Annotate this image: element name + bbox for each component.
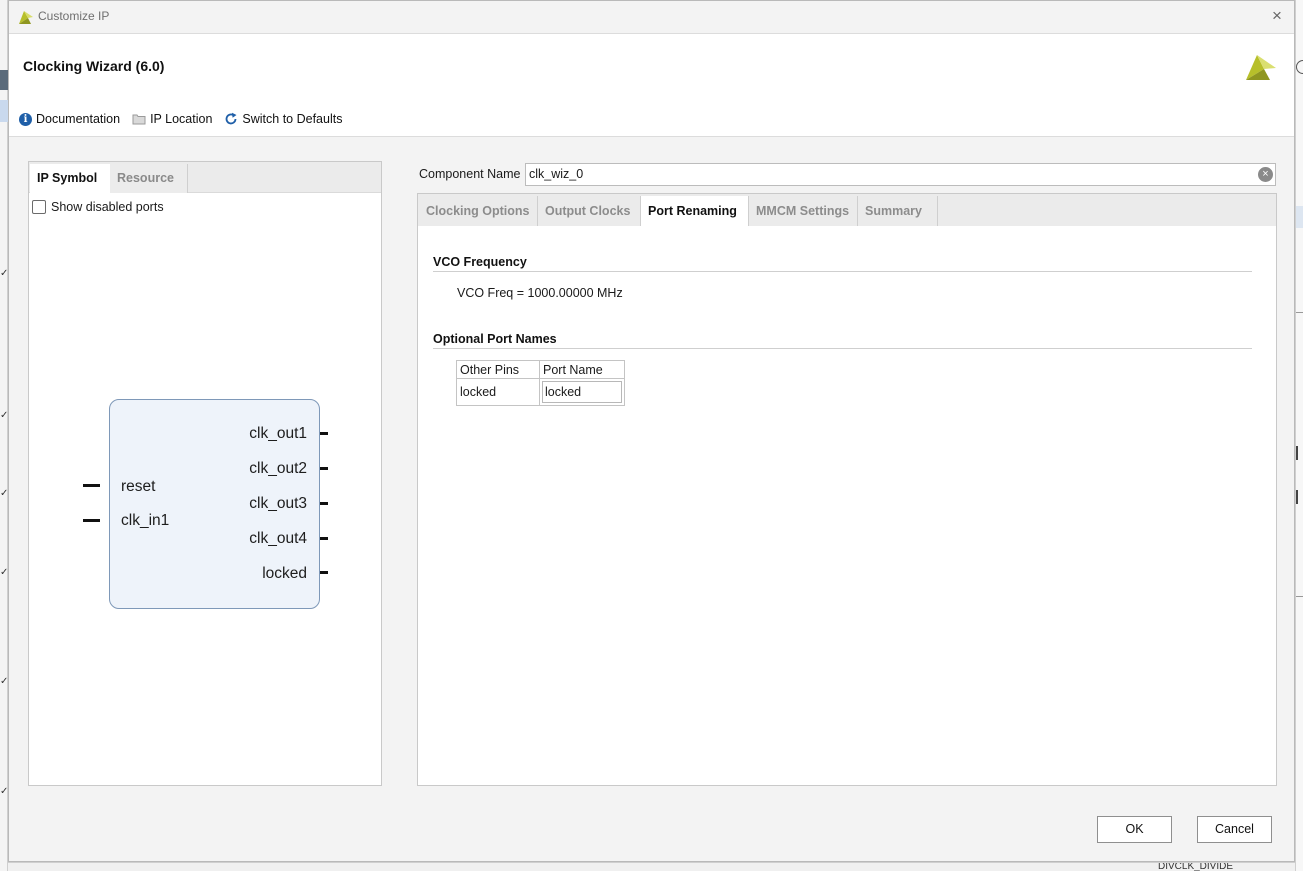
- vco-frequency-value: VCO Freq = 1000.00000 MHz: [457, 286, 623, 300]
- wizard-title: Clocking Wizard (6.0): [23, 58, 165, 74]
- folder-icon: [132, 113, 146, 125]
- documentation-link[interactable]: i Documentation: [19, 112, 120, 126]
- ip-symbol-block: reset clk_in1 clk_out1 clk_out2 clk_out3…: [109, 399, 320, 609]
- component-name-label: Component Name: [419, 167, 521, 181]
- header-links: i Documentation IP Location Switch to De…: [19, 110, 354, 128]
- title-bar: Customize IP ×: [9, 1, 1294, 33]
- ip-symbol-panel: IP Symbol Resource Show disabled ports r…: [28, 161, 382, 786]
- tab-clocking-options[interactable]: Clocking Options: [419, 196, 538, 226]
- section-divider: [433, 348, 1252, 349]
- port-label-clk-out3: clk_out3: [249, 495, 307, 512]
- port-label-clk-out1: clk_out1: [249, 425, 307, 442]
- ip-location-label: IP Location: [150, 112, 213, 126]
- background-marker: [0, 70, 8, 90]
- ok-button[interactable]: OK: [1097, 816, 1172, 843]
- other-pin-cell: locked: [456, 378, 540, 406]
- background-marker: [1296, 446, 1303, 460]
- show-disabled-ports-checkbox[interactable]: Show disabled ports: [32, 200, 164, 214]
- column-header-port-name: Port Name: [539, 360, 625, 379]
- ip-location-link[interactable]: IP Location: [132, 112, 212, 126]
- background-app-right-edge: [1295, 0, 1303, 871]
- background-table-text: DIVCLK_DIVIDE: [1158, 862, 1234, 871]
- tab-mmcm-settings[interactable]: MMCM Settings: [749, 196, 858, 226]
- info-icon: i: [19, 112, 32, 126]
- config-tab-bar: Clocking Options Output Clocks Port Rena…: [418, 194, 1276, 226]
- port-names-table: Other Pins Port Name locked locked: [456, 360, 625, 406]
- port-label-clk-in1: clk_in1: [121, 512, 170, 529]
- background-app-left-edge: ✓ ✓ ✓ ✓ ✓ ✓: [0, 0, 8, 871]
- port-label-clk-out2: clk_out2: [249, 460, 307, 477]
- background-app-bottom-edge: DIVCLK_DIVIDE: [8, 862, 1295, 871]
- switch-to-defaults-label: Switch to Defaults: [242, 112, 343, 126]
- refresh-icon: [224, 112, 238, 126]
- xilinx-logo-icon: [1246, 55, 1276, 80]
- background-marker: [1296, 206, 1303, 228]
- background-circle-icon: [1296, 60, 1303, 74]
- tab-ip-symbol[interactable]: IP Symbol: [30, 164, 110, 193]
- tab-resource[interactable]: Resource: [110, 164, 188, 193]
- cancel-button[interactable]: Cancel: [1197, 816, 1272, 843]
- vivado-logo-icon: [19, 11, 33, 24]
- configuration-panel: Clocking Options Output Clocks Port Rena…: [417, 193, 1277, 786]
- port-name-cell: locked: [539, 378, 625, 406]
- clear-input-icon[interactable]: ×: [1258, 167, 1273, 182]
- port-label-locked: locked: [262, 565, 307, 582]
- switch-to-defaults-link[interactable]: Switch to Defaults: [224, 112, 342, 126]
- background-divider: [1296, 596, 1303, 597]
- optional-port-names-heading: Optional Port Names: [433, 332, 557, 346]
- vco-frequency-heading: VCO Frequency: [433, 255, 527, 269]
- left-tab-bar: IP Symbol Resource: [29, 162, 381, 193]
- section-divider: [433, 271, 1252, 272]
- port-label-clk-out4: clk_out4: [249, 530, 307, 547]
- column-header-other-pins: Other Pins: [456, 360, 540, 379]
- wizard-header: Clocking Wizard (6.0) i Documentation IP…: [9, 33, 1294, 137]
- port-name-input[interactable]: locked: [542, 381, 622, 403]
- background-marker: [1296, 490, 1303, 504]
- table-row: locked locked: [456, 378, 625, 406]
- component-name-input[interactable]: clk_wiz_0: [525, 163, 1276, 186]
- close-button[interactable]: ×: [1266, 5, 1288, 27]
- port-label-reset: reset: [121, 478, 156, 495]
- background-divider: [1296, 312, 1303, 313]
- tab-port-renaming[interactable]: Port Renaming: [641, 196, 749, 226]
- pin-reset: [83, 484, 100, 487]
- checkbox-box[interactable]: [32, 200, 46, 214]
- table-header-row: Other Pins Port Name: [456, 360, 625, 379]
- tab-output-clocks[interactable]: Output Clocks: [538, 196, 641, 226]
- show-disabled-ports-label: Show disabled ports: [51, 200, 164, 214]
- customize-ip-dialog: Customize IP × Clocking Wizard (6.0) i D…: [8, 0, 1295, 862]
- documentation-label: Documentation: [36, 112, 121, 126]
- tab-summary[interactable]: Summary: [858, 196, 938, 226]
- background-marker: [0, 100, 8, 122]
- window-title: Customize IP: [38, 9, 110, 23]
- pin-clk-in1: [83, 519, 100, 522]
